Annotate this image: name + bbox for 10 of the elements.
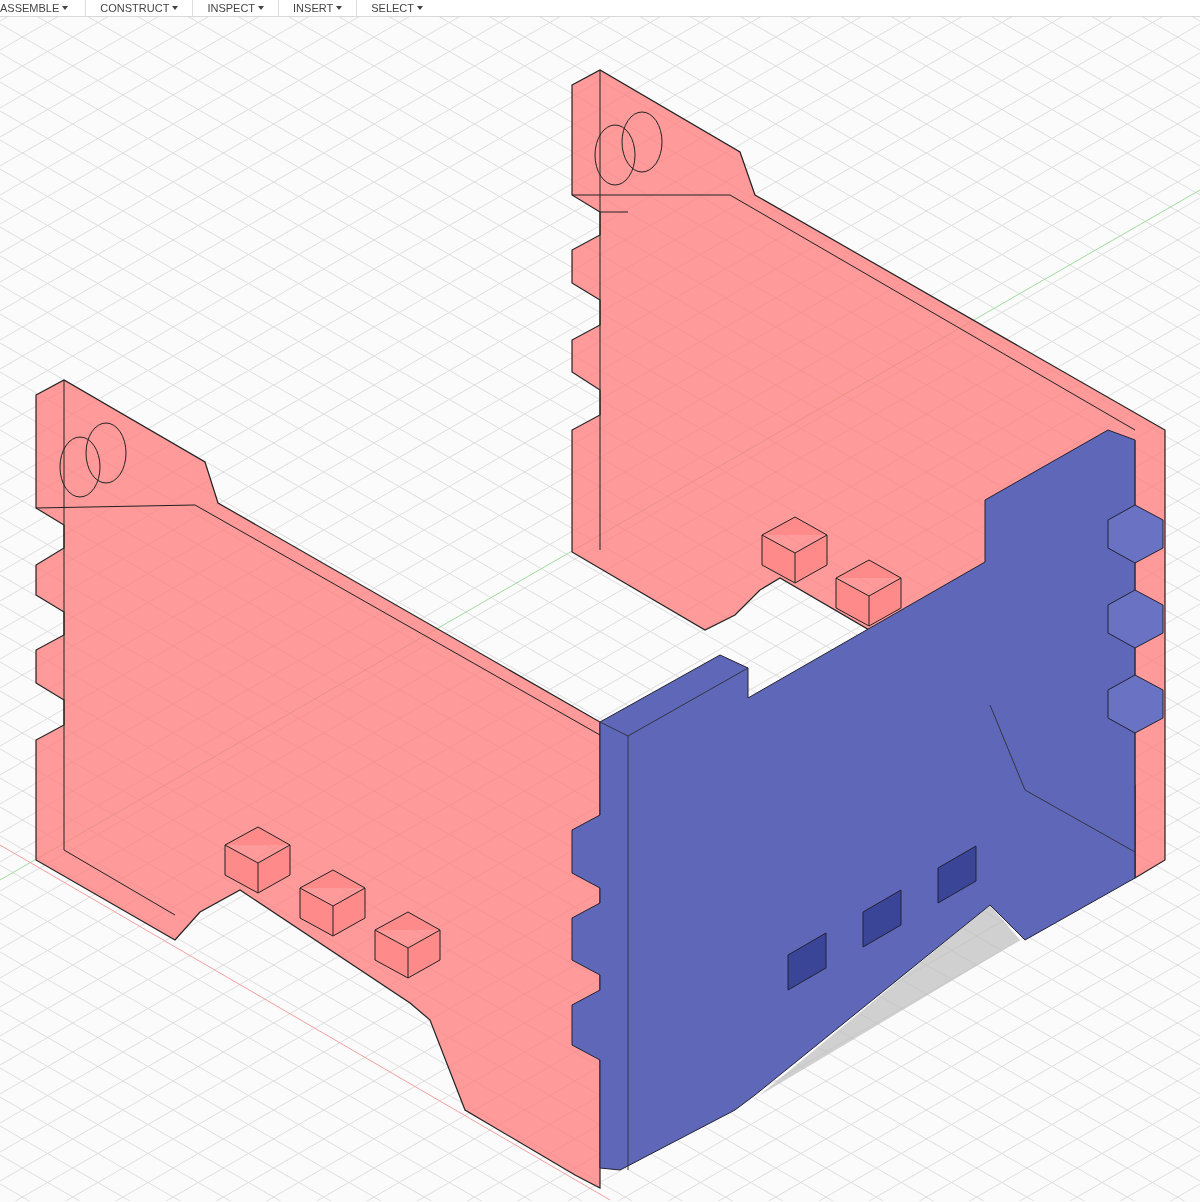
caret-icon [417, 6, 423, 10]
caret-icon [62, 6, 69, 10]
caret-icon [172, 6, 179, 10]
caret-icon [336, 6, 343, 10]
menu-button[interactable]: ASSEMBLE [0, 0, 86, 17]
menu-button[interactable]: INSERT [278, 0, 357, 17]
menu-button[interactable]: CONSTRUCT [85, 0, 193, 17]
menu-button[interactable]: SELECT [356, 0, 437, 17]
caret-icon [258, 6, 265, 10]
menu-button[interactable]: INSPECT [192, 0, 279, 17]
